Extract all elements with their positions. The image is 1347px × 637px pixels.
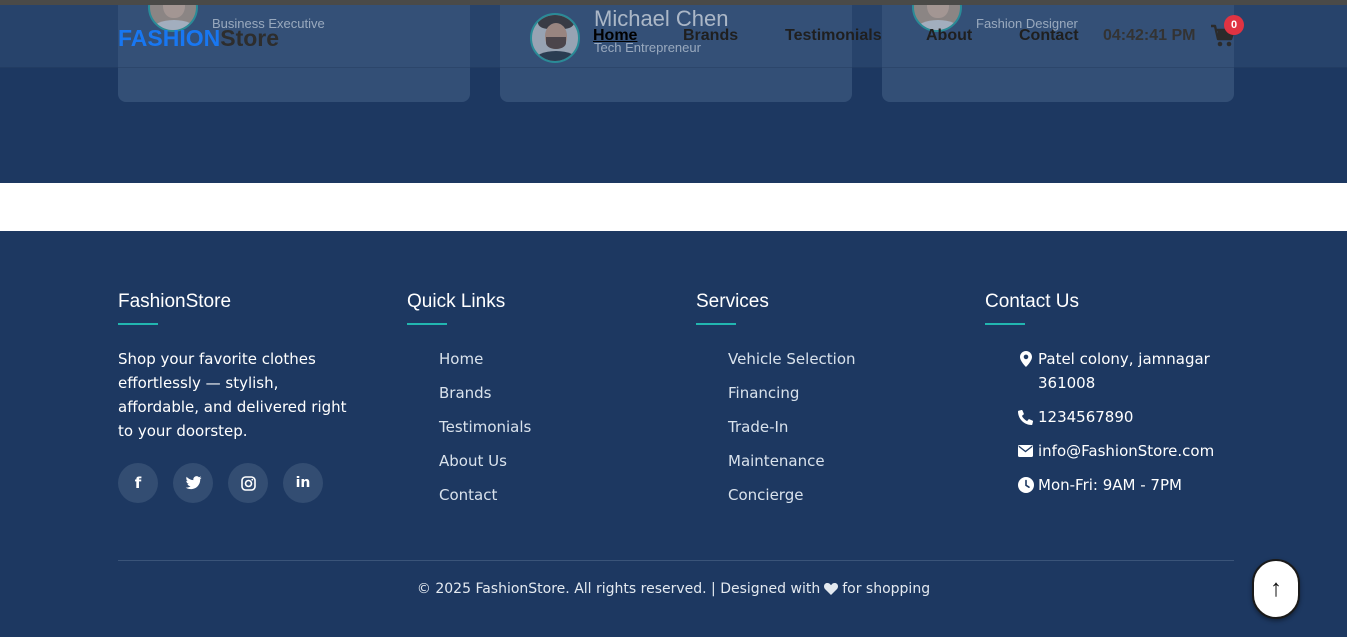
title-underline xyxy=(696,323,736,325)
copyright-tail: for shopping xyxy=(842,581,931,597)
service-link-financing[interactable]: Financing xyxy=(728,381,936,415)
clock-icon xyxy=(1017,473,1034,497)
nav-link-home[interactable]: Home xyxy=(593,27,637,45)
contact-phone-text[interactable]: 1234567890 xyxy=(1038,405,1133,429)
logo-secondary: Store xyxy=(220,25,280,51)
contact-address-text: Patel colony, jamnagar 361008 xyxy=(1038,350,1210,392)
service-link-concierge[interactable]: Concierge xyxy=(728,483,936,517)
contact-address: Patel colony, jamnagar 361008 xyxy=(1017,347,1235,395)
quick-links-list: Home Brands Testimonials About Us Contac… xyxy=(407,347,647,517)
footer-link-testimonials[interactable]: Testimonials xyxy=(439,415,647,449)
contact-title: Contact Us xyxy=(985,291,1079,312)
section-divider-band xyxy=(0,183,1347,231)
map-marker-icon xyxy=(1017,347,1034,371)
nav-link-about[interactable]: About xyxy=(926,27,972,45)
contact-list: Patel colony, jamnagar 361008 1234567890… xyxy=(985,347,1235,497)
arrow-up-icon: ↑ xyxy=(1270,575,1282,602)
footer-services-column: Services Vehicle Selection Financing Tra… xyxy=(696,291,936,517)
services-title: Services xyxy=(696,291,769,312)
nav-link-testimonials[interactable]: Testimonials xyxy=(785,27,882,45)
title-underline xyxy=(118,323,158,325)
navbar: FASHIONStore Home Brands Testimonials Ab… xyxy=(0,5,1347,68)
footer-brand-title: FashionStore xyxy=(118,291,232,312)
heart-icon xyxy=(824,583,839,599)
linkedin-icon[interactable]: in xyxy=(283,463,323,503)
scroll-to-top-button[interactable]: ↑ xyxy=(1252,559,1300,619)
cart-count-badge: 0 xyxy=(1224,15,1244,35)
logo[interactable]: FASHIONStore xyxy=(118,25,279,52)
logo-primary: FASHION xyxy=(118,25,221,51)
contact-hours-text: Mon-Fri: 9AM - 7PM xyxy=(1038,476,1182,494)
footer-link-home[interactable]: Home xyxy=(439,347,647,381)
twitter-icon[interactable] xyxy=(173,463,213,503)
nav-link-brands[interactable]: Brands xyxy=(683,27,738,45)
navbar-clock: 04:42:41 PM xyxy=(1103,27,1196,44)
contact-phone: 1234567890 xyxy=(1017,405,1235,429)
contact-hours: Mon-Fri: 9AM - 7PM xyxy=(1017,473,1235,497)
service-link-vehicle-selection[interactable]: Vehicle Selection xyxy=(728,347,936,381)
title-underline xyxy=(985,323,1025,325)
footer-contact-column: Contact Us Patel colony, jamnagar 361008… xyxy=(985,291,1235,507)
quick-links-title: Quick Links xyxy=(407,291,506,312)
footer-quick-links-column: Quick Links Home Brands Testimonials Abo… xyxy=(407,291,647,517)
facebook-icon[interactable]: f xyxy=(118,463,158,503)
footer: FashionStore Shop your favorite clothes … xyxy=(0,231,1347,637)
contact-email-text[interactable]: info@FashionStore.com xyxy=(1038,439,1214,463)
contact-email: info@FashionStore.com xyxy=(1017,439,1235,463)
services-list: Vehicle Selection Financing Trade-In Mai… xyxy=(696,347,936,517)
footer-description: Shop your favorite clothes effortlessly … xyxy=(118,350,347,440)
title-underline xyxy=(407,323,447,325)
instagram-icon[interactable] xyxy=(228,463,268,503)
copyright: © 2025 FashionStore. All rights reserved… xyxy=(0,581,1347,599)
envelope-icon xyxy=(1017,439,1034,463)
phone-icon xyxy=(1017,405,1034,429)
footer-link-brands[interactable]: Brands xyxy=(439,381,647,415)
service-link-trade-in[interactable]: Trade-In xyxy=(728,415,936,449)
nav-link-contact[interactable]: Contact xyxy=(1019,27,1079,45)
footer-link-about[interactable]: About Us xyxy=(439,449,647,483)
window-top-strip xyxy=(0,0,1347,5)
social-links: f in xyxy=(118,463,358,503)
footer-about-column: FashionStore Shop your favorite clothes … xyxy=(118,291,358,503)
footer-link-contact[interactable]: Contact xyxy=(439,483,647,517)
service-link-maintenance[interactable]: Maintenance xyxy=(728,449,936,483)
copyright-text: © 2025 FashionStore. All rights reserved… xyxy=(416,581,821,597)
footer-divider xyxy=(118,560,1234,561)
